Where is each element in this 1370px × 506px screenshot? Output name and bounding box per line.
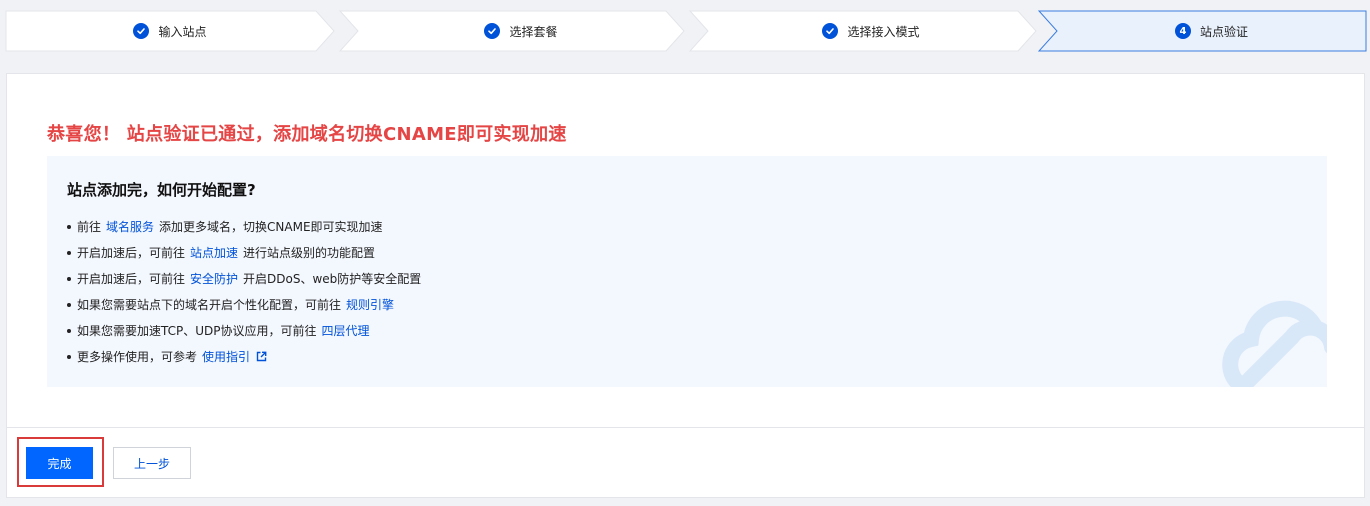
list-item: 开启加速后，可前往 安全防护 开启DDoS、web防护等安全配置 — [67, 271, 421, 297]
item-text: 前往 — [77, 220, 102, 234]
list-item: 如果您需要加速TCP、UDP协议应用，可前往 四层代理 — [67, 323, 421, 349]
link-site-acceleration[interactable]: 站点加速 — [190, 245, 238, 261]
check-circle-icon — [822, 23, 839, 39]
list-item: 更多操作使用，可参考 使用指引 — [67, 349, 421, 375]
link-label: 使用指引 — [202, 350, 251, 364]
step-label: 选择套餐 — [509, 24, 558, 39]
external-link-icon — [256, 351, 267, 362]
link-layer4-proxy[interactable]: 四层代理 — [322, 323, 370, 339]
step-select-plan: 选择套餐 — [358, 11, 684, 51]
step-label: 站点验证 — [1199, 24, 1248, 39]
bullet — [67, 225, 71, 229]
list-item: 前往 域名服务 添加更多域名，切换CNAME即可实现加速 — [67, 219, 421, 245]
guide-list: 前往 域名服务 添加更多域名，切换CNAME即可实现加速 开启加速后，可前往 站… — [67, 219, 421, 375]
item-text: 进行站点级别的功能配置 — [243, 246, 376, 260]
link-usage-guide[interactable]: 使用指引 — [202, 349, 267, 365]
link-security-protection[interactable]: 安全防护 — [190, 271, 238, 287]
item-text: 开启DDoS、web防护等安全配置 — [243, 272, 422, 286]
item-text: 开启加速后，可前往 — [77, 246, 186, 260]
main-card: 恭喜您！ 站点验证已通过，添加域名切换CNAME即可实现加速 站点添加完，如何开… — [6, 73, 1365, 498]
link-rule-engine[interactable]: 规则引擎 — [346, 297, 394, 313]
finish-button[interactable]: 完成 — [26, 447, 93, 479]
previous-step-button[interactable]: 上一步 — [113, 447, 191, 479]
item-text: 添加更多域名，切换CNAME即可实现加速 — [159, 220, 383, 234]
step-label: 选择接入模式 — [847, 24, 920, 39]
guide-title: 站点添加完，如何开始配置? — [67, 181, 256, 199]
bullet — [67, 251, 71, 255]
bullet — [67, 329, 71, 333]
bullet — [67, 355, 71, 359]
step-site-verification: 4 站点验证 — [1057, 11, 1366, 51]
list-item: 开启加速后，可前往 站点加速 进行站点级别的功能配置 — [67, 245, 421, 271]
cloud-watermark-icon — [1222, 300, 1327, 387]
item-text: 如果您需要加速TCP、UDP协议应用，可前往 — [77, 324, 317, 338]
bullet — [67, 277, 71, 281]
guide-panel: 站点添加完，如何开始配置? 前往 域名服务 添加更多域名，切换CNAME即可实现… — [47, 156, 1327, 387]
item-text: 如果您需要站点下的域名开启个性化配置，可前往 — [77, 298, 342, 312]
step-label: 输入站点 — [158, 24, 207, 39]
link-domain-service[interactable]: 域名服务 — [106, 219, 154, 235]
check-circle-icon — [484, 23, 501, 39]
list-item: 如果您需要站点下的域名开启个性化配置，可前往 规则引擎 — [67, 297, 421, 323]
footer-divider — [7, 427, 1364, 428]
bullet — [67, 303, 71, 307]
step-input-site: 输入站点 — [6, 11, 334, 51]
item-text: 开启加速后，可前往 — [77, 272, 186, 286]
step-select-access-mode: 选择接入模式 — [708, 11, 1034, 51]
item-text: 更多操作使用，可参考 — [77, 350, 198, 364]
step-number-badge: 4 — [1174, 23, 1191, 39]
success-headline: 恭喜您！ 站点验证已通过，添加域名切换CNAME即可实现加速 — [47, 124, 567, 145]
check-circle-icon — [133, 23, 150, 39]
progress-stepper: 输入站点 选择套餐 选择接入模式 4 站点验证 — [0, 0, 1370, 62]
